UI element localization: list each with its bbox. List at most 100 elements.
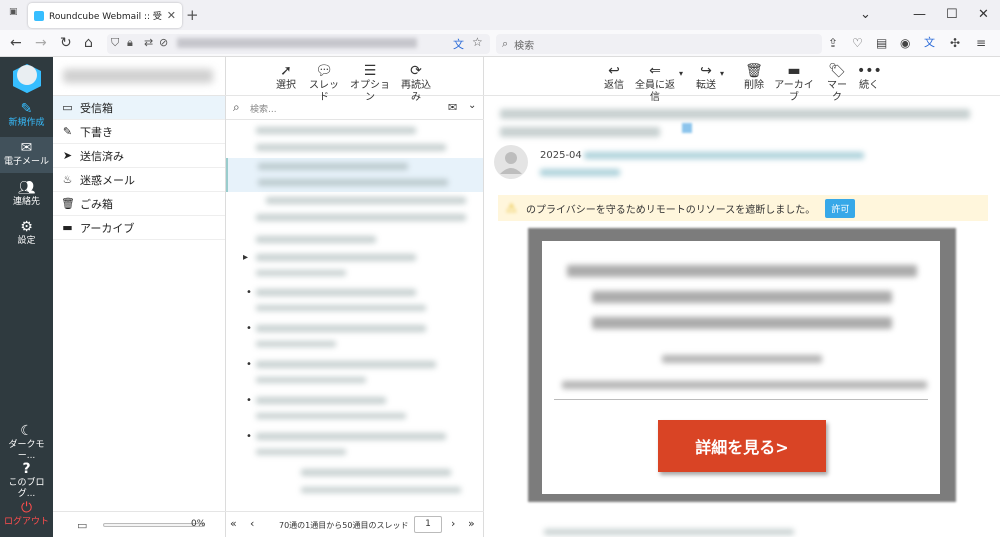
forward-button[interactable]: ↪ 転送 (694, 62, 718, 92)
envelope-filter-icon[interactable]: ✉ (448, 101, 457, 114)
new-tab-icon[interactable]: + (186, 6, 199, 24)
list-item[interactable]: ▸ (226, 252, 483, 280)
previous-page-icon[interactable]: ‹ (250, 517, 254, 530)
select-button[interactable]: ➚ 選択 (275, 62, 297, 92)
menu-icon[interactable]: ≡ (976, 35, 986, 51)
tag-icon: 🏷︎ (828, 63, 846, 79)
message-list-footer: « ‹ 70通の1通目から50通目のスレッド 1 › » (226, 511, 484, 537)
list-item[interactable] (226, 125, 483, 137)
reply-button[interactable]: ↩ 返信 (602, 62, 626, 92)
shield-icon[interactable]: ⛉ (111, 36, 119, 50)
forward-dropdown-icon[interactable]: ▾ (720, 69, 724, 78)
list-item[interactable]: • (226, 359, 483, 387)
maximize-window-icon[interactable]: ☐ (946, 7, 958, 22)
folder-drafts[interactable]: ✎ 下書き (53, 120, 225, 144)
more-button[interactable]: ••• 続く (857, 62, 882, 92)
sender-redacted (584, 152, 864, 159)
body-heading-redacted (567, 265, 917, 277)
translate-icon[interactable]: 文 (453, 36, 464, 52)
forward-arrow-icon[interactable]: → (35, 35, 47, 51)
reader-view-icon[interactable]: ▤ (876, 35, 887, 51)
message-list-toolbar: ➚ 選択 💬︎ スレッド ☰ オプション ⟳ 再読込み (226, 57, 484, 103)
message-preview-pane: ↩ 返信 ⇐ 全員に返信 ▾ ↪ 転送 ▾ 🗑︎ 削除 ▬ アーカイブ 🏷︎ マ… (484, 57, 1000, 537)
page-number-input[interactable]: 1 (414, 516, 442, 533)
list-item[interactable]: • (226, 287, 483, 315)
account-icon[interactable]: ◉ (900, 35, 910, 51)
pocket-icon[interactable]: ♡ (852, 35, 863, 51)
close-tab-icon[interactable]: ✕ (167, 9, 176, 22)
allow-remote-button[interactable]: 許可 (825, 198, 856, 218)
tab-overflow-chevron-icon[interactable]: ⌄ (860, 7, 871, 22)
extensions-icon[interactable]: ✣ (950, 35, 960, 51)
list-item[interactable]: • (226, 323, 483, 351)
browser-search-field[interactable]: ⌕ 検索 (496, 34, 822, 54)
downloads-icon[interactable]: ⇪ (828, 35, 838, 51)
list-item[interactable] (226, 234, 483, 246)
mark-button[interactable]: 🏷︎ マーク (823, 62, 851, 104)
folder-label: 下書き (80, 125, 113, 139)
roundcube-logo-icon[interactable] (10, 62, 44, 94)
folder-label: 受信箱 (80, 101, 113, 115)
question-icon: ? (22, 461, 31, 477)
table-row-selected[interactable] (226, 158, 483, 192)
browser-search-placeholder: 検索 (514, 40, 535, 52)
list-item[interactable] (226, 212, 483, 224)
list-item[interactable] (226, 142, 483, 154)
tab-list-icon[interactable]: ▣ (9, 7, 21, 21)
list-item[interactable]: • (226, 395, 483, 423)
message-search-bar[interactable]: ⌕ 検索... ✉ ⌄ (226, 96, 484, 120)
body-heading-redacted (592, 317, 892, 329)
sliders-icon: ☰ (363, 63, 377, 79)
last-page-icon[interactable]: » (468, 517, 475, 530)
home-icon[interactable]: ⌂ (84, 35, 93, 51)
url-bar[interactable]: ⛉ 🔒︎ ⇄ ⊘ 文 ☆ (107, 34, 490, 54)
list-item[interactable]: • (226, 431, 483, 459)
tracking-icon[interactable]: ⊘ (159, 36, 168, 49)
folder-inbox[interactable]: ▭ 受信箱 (53, 96, 225, 120)
minimize-window-icon[interactable]: — (913, 7, 926, 22)
contacts-button[interactable]: 👥︎ 連絡先 (0, 180, 53, 212)
folder-archive[interactable]: ▬ アーカイブ (53, 216, 225, 240)
bookmark-star-icon[interactable]: ☆ (472, 35, 483, 49)
next-page-icon[interactable]: › (451, 517, 455, 530)
folder-trash[interactable]: 🗑︎ ごみ箱 (53, 192, 225, 216)
back-arrow-icon[interactable]: ← (10, 35, 22, 51)
gear-icon: ⚙ (20, 219, 33, 235)
message-search-placeholder: 検索... (250, 105, 277, 115)
list-item[interactable] (226, 467, 483, 503)
quota-bar: ▭ 0% (53, 511, 226, 537)
chevron-down-icon[interactable]: ⌄ (468, 100, 476, 111)
translate-extension-icon[interactable]: 文 (924, 35, 935, 51)
permissions-icon[interactable]: ⇄ (144, 36, 153, 49)
reload-icon[interactable]: ↻ (60, 35, 72, 51)
quota-percent: 0% (191, 519, 206, 529)
power-icon: ⏻ (20, 500, 33, 516)
close-window-icon[interactable]: ✕ (978, 7, 989, 22)
compose-label: 新規作成 (8, 118, 45, 128)
reply-all-button[interactable]: ⇐ 全員に返信 (631, 62, 679, 104)
archive-icon: ▬ (62, 221, 73, 234)
message-toolbar: ↩ 返信 ⇐ 全員に返信 ▾ ↪ 転送 ▾ 🗑︎ 削除 ▬ アーカイブ 🏷︎ マ… (484, 57, 1000, 103)
mail-button[interactable]: ✉ 電子メール (0, 137, 53, 173)
folder-label: 迷惑メール (80, 173, 135, 187)
mark-label: マーク (827, 80, 847, 103)
reply-all-icon: ⇐ (649, 63, 661, 79)
logout-button[interactable]: ⏻ ログアウト (0, 500, 53, 532)
folder-junk[interactable]: ♨ 迷惑メール (53, 168, 225, 192)
folder-sent[interactable]: ➤ 送信済み (53, 144, 225, 168)
first-page-icon[interactable]: « (230, 517, 237, 530)
details-cta-button[interactable]: 詳細を見る> (658, 420, 826, 472)
compose-button[interactable]: ✎ 新規作成 (0, 101, 53, 133)
about-button[interactable]: ? このブログ... (0, 461, 53, 499)
reply-all-dropdown-icon[interactable]: ▾ (679, 69, 683, 78)
inbox-icon: ▭ (62, 101, 73, 114)
browser-tab-roundcube[interactable]: Roundcube Webmail :: 受信箱 ✕ (28, 3, 182, 28)
delete-button[interactable]: 🗑︎ 削除 (742, 62, 766, 92)
refresh-icon: ⟳ (410, 63, 422, 79)
lock-icon[interactable]: 🔒︎ (127, 36, 133, 50)
dark-mode-button[interactable]: ☾ ダークモー... (0, 423, 53, 461)
archive-button[interactable]: ▬ アーカイブ (771, 62, 817, 104)
settings-button[interactable]: ⚙ 設定 (0, 219, 53, 251)
folder-label: アーカイブ (80, 221, 135, 235)
list-item[interactable] (226, 195, 483, 207)
